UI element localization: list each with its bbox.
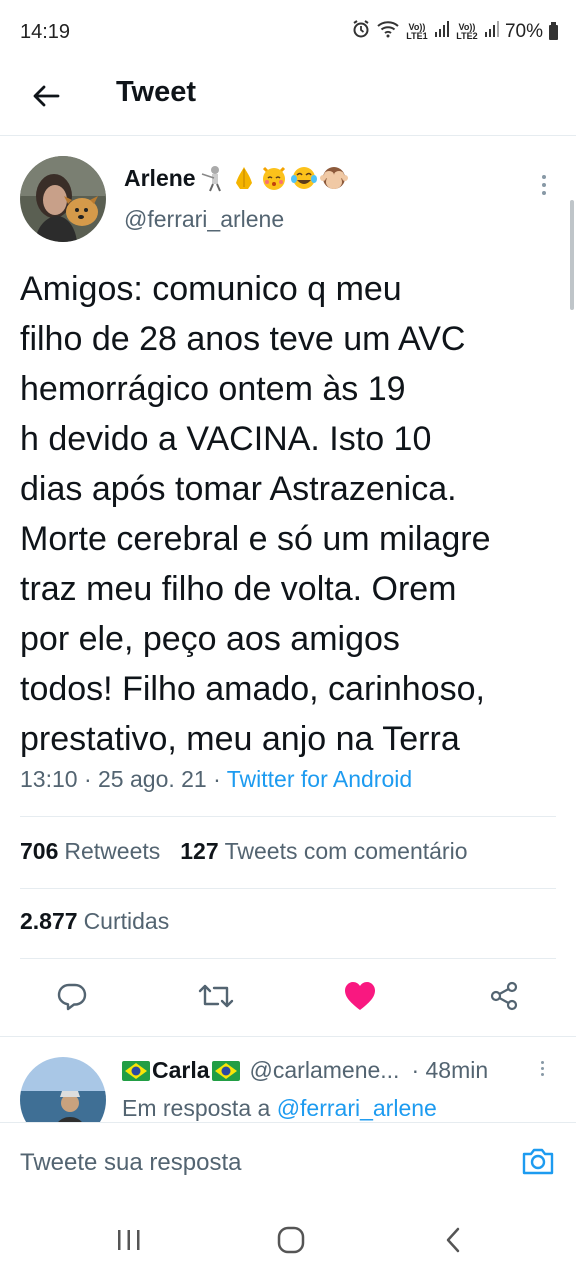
signal-icon bbox=[434, 21, 449, 43]
reply-input[interactable]: Tweete sua resposta bbox=[20, 1149, 241, 1177]
like-button[interactable] bbox=[340, 978, 380, 1018]
heart-filled-icon bbox=[343, 980, 377, 1017]
reply-time: · 48min bbox=[411, 1057, 489, 1083]
more-dot bbox=[540, 1073, 544, 1076]
retweet-icon bbox=[198, 980, 234, 1017]
nav-back-icon bbox=[443, 1226, 463, 1259]
tweet-date: 25 ago. 21 bbox=[98, 766, 207, 792]
alarm-icon bbox=[351, 19, 371, 45]
divider bbox=[20, 888, 556, 889]
more-dot bbox=[542, 183, 546, 187]
tweet-text: Amigos: comunico q meu filho de 28 anos … bbox=[20, 270, 491, 758]
reply-icon bbox=[56, 980, 88, 1017]
retweets-label: Retweets bbox=[64, 838, 161, 864]
author-handle[interactable]: @ferrari_arlene bbox=[124, 206, 284, 233]
wifi-icon bbox=[377, 20, 399, 44]
share-button[interactable] bbox=[484, 978, 524, 1018]
camera-icon bbox=[521, 1146, 555, 1181]
avatar[interactable] bbox=[20, 1057, 106, 1122]
status-bar: 14:19 Vo)) LTE1 Vo)) LTE2 70% bbox=[0, 0, 576, 66]
more-dot bbox=[542, 175, 546, 179]
likes-count: 2.877 bbox=[20, 908, 78, 934]
reply-tweet[interactable]: Carla @carlamene... · 48min Em resposta … bbox=[0, 1036, 576, 1122]
signal-icon bbox=[484, 21, 499, 43]
share-icon bbox=[488, 980, 520, 1017]
home-icon bbox=[277, 1226, 305, 1259]
replying-to: Em resposta a @ferrari_arlene bbox=[122, 1095, 437, 1122]
avatar[interactable] bbox=[20, 156, 106, 242]
battery-icon bbox=[549, 21, 558, 40]
more-dot bbox=[542, 191, 546, 195]
sim2-label: Vo)) LTE2 bbox=[456, 22, 478, 41]
author-name-text: Arlene bbox=[124, 164, 196, 191]
retweet-button[interactable] bbox=[196, 978, 236, 1018]
more-dot bbox=[540, 1061, 544, 1064]
arrow-left-icon bbox=[32, 84, 60, 113]
quotes-label: Tweets com comentário bbox=[224, 838, 468, 864]
sim1-label: Vo)) LTE1 bbox=[406, 22, 428, 41]
divider bbox=[20, 816, 556, 817]
reply-more-button[interactable] bbox=[532, 1061, 552, 1081]
header: Tweet bbox=[0, 66, 576, 136]
tweet-actions bbox=[0, 970, 576, 1026]
replying-prefix: Em resposta a bbox=[122, 1095, 271, 1121]
tweet-time: 13:10 bbox=[20, 766, 78, 792]
battery-percent: 70% bbox=[504, 21, 543, 42]
nav-back-button[interactable] bbox=[428, 1222, 478, 1262]
meta-separator: · bbox=[213, 766, 221, 792]
more-dot bbox=[540, 1067, 544, 1070]
home-button[interactable] bbox=[266, 1222, 316, 1262]
brazil-flag-icon bbox=[211, 1060, 240, 1081]
meta-separator: · bbox=[83, 766, 92, 792]
divider bbox=[20, 958, 556, 959]
reply-author-name[interactable]: Carla bbox=[122, 1057, 240, 1084]
reply-button[interactable] bbox=[52, 978, 92, 1018]
back-button[interactable] bbox=[24, 76, 68, 120]
fencer-emoji bbox=[201, 166, 221, 192]
reply-name-text: Carla bbox=[152, 1057, 210, 1083]
likes-label: Curtidas bbox=[83, 908, 170, 934]
more-options-button[interactable] bbox=[534, 170, 554, 200]
author-emojis bbox=[200, 164, 348, 192]
system-nav-bar bbox=[0, 1204, 576, 1280]
reply-header: Carla @carlamene... · 48min bbox=[122, 1057, 488, 1084]
tweet-author: Arlene @ferrari_arlene bbox=[0, 150, 576, 250]
reply-author-handle[interactable]: @carlamene... bbox=[250, 1057, 400, 1084]
kissing-cat-emoji bbox=[262, 166, 285, 190]
replying-mention-link[interactable]: @ferrari_arlene bbox=[277, 1095, 437, 1121]
recent-apps-button[interactable] bbox=[104, 1222, 154, 1262]
camera-button[interactable] bbox=[520, 1145, 556, 1181]
recent-apps-icon bbox=[116, 1228, 142, 1257]
brazil-flag-icon bbox=[122, 1060, 150, 1081]
retweets-count: 706 bbox=[20, 838, 59, 864]
tears-of-joy-emoji bbox=[290, 167, 317, 189]
page-title: Tweet bbox=[116, 76, 197, 108]
scrollbar[interactable] bbox=[570, 200, 574, 310]
retweets-stat[interactable]: 706 Retweets bbox=[20, 838, 160, 865]
tweet-meta: 13:10 · 25 ago. 21 · Twitter for Android bbox=[20, 766, 412, 793]
tweet-source-link[interactable]: Twitter for Android bbox=[227, 766, 412, 792]
author-name[interactable]: Arlene bbox=[124, 164, 348, 192]
tweet-stats: 706 Retweets 127 Tweets com comentário bbox=[20, 838, 468, 865]
quotes-stat[interactable]: 127 Tweets com comentário bbox=[180, 838, 467, 865]
see-no-evil-monkey-emoji bbox=[319, 167, 348, 189]
status-icons: Vo)) LTE1 Vo)) LTE2 70% bbox=[351, 19, 558, 45]
reply-compose-bar: Tweete sua resposta bbox=[0, 1122, 576, 1204]
likes-stat[interactable]: 2.877 Curtidas bbox=[20, 908, 169, 935]
folded-hands-emoji bbox=[235, 167, 252, 189]
status-time: 14:19 bbox=[20, 21, 71, 43]
quotes-count: 127 bbox=[180, 838, 219, 864]
